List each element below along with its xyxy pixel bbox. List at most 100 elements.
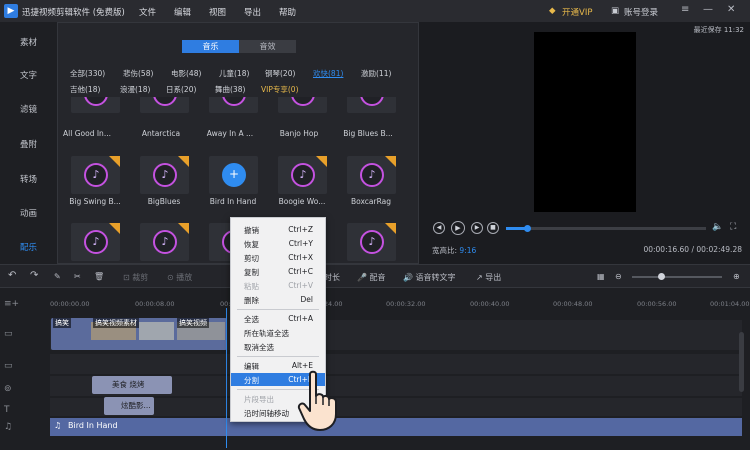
last-saved: 最近保存 11:32: [693, 26, 744, 34]
menu-item-undo[interactable]: 撤销 Ctrl+Z: [231, 223, 325, 236]
sidebar-item-text[interactable]: 文字: [0, 69, 57, 81]
sidebar-item-animation[interactable]: 动画: [0, 207, 57, 219]
tts-button[interactable]: 🔊 语音转文字: [403, 272, 456, 283]
category-movie[interactable]: 电影(48): [171, 68, 201, 79]
duration-button[interactable]: 时长: [324, 272, 340, 283]
zoom-in-icon[interactable]: ⊕: [733, 272, 740, 281]
volume-icon[interactable]: 🔈: [712, 222, 723, 232]
music-title: Big Blues B...: [343, 129, 393, 138]
menu-help[interactable]: 帮助: [279, 6, 296, 18]
video-clip[interactable]: 搞笑 搞笑视频素材 搞笑视频: [51, 318, 227, 350]
category-romance[interactable]: 浪漫(18): [120, 84, 150, 95]
music-card[interactable]: ♪: [278, 97, 327, 113]
duration-label: 时长: [324, 273, 340, 282]
playhead[interactable]: [226, 308, 227, 448]
login-button[interactable]: 账号登录: [624, 6, 658, 18]
zoom-out-icon[interactable]: ⊖: [615, 272, 622, 281]
music-card[interactable]: ♪: [71, 223, 120, 261]
aspect-ratio[interactable]: 宽高比: 9:16: [432, 245, 476, 256]
music-card[interactable]: ♪: [140, 97, 189, 113]
timeline-scrollbar[interactable]: [739, 332, 744, 392]
sidebar-item-media[interactable]: 素材: [0, 36, 57, 48]
prev-frame-button[interactable]: ◀: [433, 222, 445, 234]
music-card[interactable]: ♪: [71, 97, 120, 113]
music-note-icon: ♪: [92, 235, 100, 248]
music-card-boogie[interactable]: ♪: [278, 156, 327, 194]
stop-button[interactable]: ■: [487, 222, 499, 234]
zoom-handle[interactable]: [658, 273, 665, 280]
category-japanese[interactable]: 日系(20): [166, 84, 196, 95]
category-inspire[interactable]: 激励(11): [361, 68, 391, 79]
menu-edit[interactable]: 编辑: [174, 6, 191, 18]
category-vip[interactable]: VIP专享(0): [261, 84, 299, 95]
play-button[interactable]: ▶: [451, 221, 465, 235]
sidebar-item-music[interactable]: 配乐: [0, 241, 57, 253]
edit-icon[interactable]: ✎: [54, 272, 61, 281]
minimize-icon[interactable]: —: [703, 4, 713, 15]
menu-file[interactable]: 文件: [139, 6, 156, 18]
seek-bar[interactable]: [506, 225, 706, 232]
menu-item-redo[interactable]: 恢复 Ctrl+Y: [231, 237, 325, 250]
music-card-bird-in-hand[interactable]: +: [209, 156, 258, 194]
fullscreen-icon[interactable]: ⛶: [730, 222, 736, 232]
menu-item-cut[interactable]: 剪切 Ctrl+X: [231, 251, 325, 264]
tab-music[interactable]: 音乐: [182, 40, 239, 53]
music-title: Away In A ...: [206, 129, 254, 138]
ruler-tick: 00:01:04.00: [710, 300, 750, 308]
music-card-boxcarrag[interactable]: ♪: [347, 156, 396, 194]
export-button[interactable]: ↗ 导出: [476, 272, 501, 283]
dub-button[interactable]: 🎤 配音: [357, 272, 386, 283]
delete-icon[interactable]: 🗑: [94, 272, 104, 281]
menu-separator: [237, 356, 319, 357]
category-guitar[interactable]: 吉他(18): [70, 84, 100, 95]
menu-view[interactable]: 视图: [209, 6, 226, 18]
sidebar-item-transition[interactable]: 转场: [0, 173, 57, 185]
close-icon[interactable]: ✕: [727, 4, 735, 15]
menu-icon[interactable]: ≡: [681, 4, 689, 15]
menu-item-paste[interactable]: 粘贴 Ctrl+V: [231, 279, 325, 292]
text-clip-cool[interactable]: 炫酷影...: [104, 397, 154, 415]
vip-diamond-icon: ◆: [549, 6, 556, 16]
crop-button[interactable]: ⊡ 裁剪: [123, 272, 148, 283]
menu-item-deselect-all[interactable]: 取消全选: [231, 340, 325, 353]
music-card-bigblues[interactable]: ♪: [140, 156, 189, 194]
music-card[interactable]: ♪: [209, 97, 258, 113]
zoom-slider[interactable]: [632, 273, 722, 280]
category-piano[interactable]: 钢琴(20): [265, 68, 295, 79]
ruler-tick: 00:00:40.00: [470, 300, 510, 308]
music-card[interactable]: ♪: [140, 223, 189, 261]
text-clip-bbq[interactable]: 美食 烧烤: [92, 376, 172, 394]
menu-export[interactable]: 导出: [244, 6, 261, 18]
music-card[interactable]: ♪: [347, 97, 396, 113]
sidebar-item-overlay[interactable]: 叠附: [0, 138, 57, 150]
vip-button[interactable]: 开通VIP: [562, 6, 592, 18]
category-all[interactable]: 全部(330): [70, 68, 105, 79]
menu-item-delete[interactable]: 删除 Del: [231, 293, 325, 306]
category-happy[interactable]: 欢快(81): [313, 68, 343, 79]
audio-clip-label: Bird In Hand: [68, 421, 118, 430]
sidebar-item-filter[interactable]: 滤镜: [0, 103, 57, 115]
scissors-icon[interactable]: ✂: [74, 272, 81, 281]
category-sad[interactable]: 悲伤(58): [123, 68, 153, 79]
category-kids[interactable]: 儿童(18): [219, 68, 249, 79]
time-display: 00:00:16.60 / 00:02:49.28: [643, 245, 742, 254]
menu-item-copy[interactable]: 复制 Ctrl+C: [231, 265, 325, 278]
music-card[interactable]: ♪: [347, 223, 396, 261]
crop-label: 裁剪: [132, 273, 149, 282]
ruler-tick: 00:00:32.00: [386, 300, 426, 308]
next-frame-button[interactable]: ▶: [471, 222, 483, 234]
menu-item-select-all[interactable]: 全选 Ctrl+A: [231, 312, 325, 325]
category-dance[interactable]: 舞曲(38): [215, 84, 245, 95]
redo-icon[interactable]: ↷: [30, 270, 38, 281]
music-card-big-swing[interactable]: ♪: [71, 156, 120, 194]
undo-icon[interactable]: ↶: [8, 270, 16, 281]
speed-button[interactable]: ⊙ 播放: [167, 272, 192, 283]
audio-clip[interactable]: ♫ Bird In Hand: [50, 418, 742, 436]
music-note-icon: ♪: [155, 97, 175, 100]
add-icon: +: [228, 167, 240, 181]
add-track-icon[interactable]: ≡+: [4, 299, 19, 309]
tab-sound-effects[interactable]: 音效: [239, 40, 296, 53]
fit-icon[interactable]: ▦: [597, 272, 605, 281]
seek-handle[interactable]: [524, 225, 531, 232]
menu-item-select-track[interactable]: 所在轨道全选: [231, 326, 325, 339]
